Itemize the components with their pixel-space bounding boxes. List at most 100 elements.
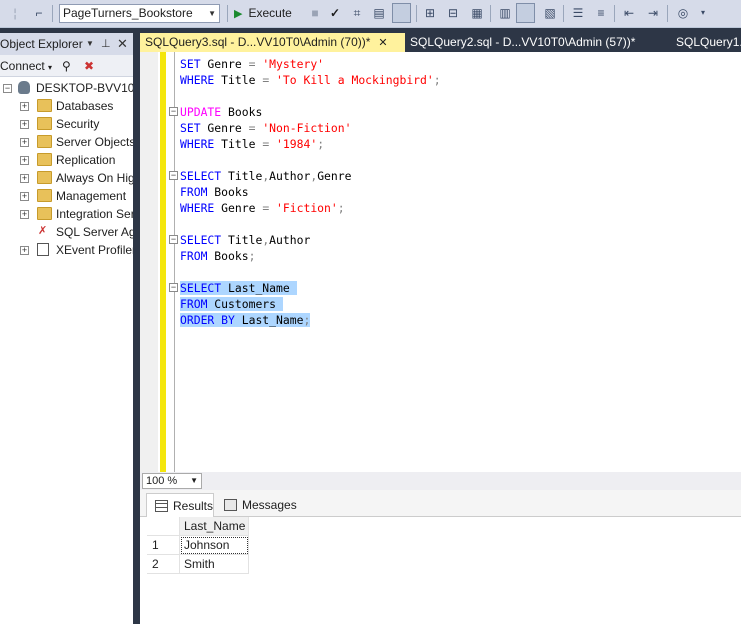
object-explorer-title: Object Explorer [0,37,83,51]
query-options-icon[interactable]: ▤ [370,4,388,22]
folder-icon [37,99,52,112]
semicolon: ; [337,201,345,215]
execute-button[interactable]: ▶ Execute [234,4,292,22]
connect-plug-icon[interactable]: ¦ [6,4,24,22]
specify-values-icon[interactable]: ◎ [674,4,692,22]
expand-icon[interactable]: + [20,210,29,219]
connect-button[interactable]: Connect ▾ [0,59,52,73]
toolbar-separator [52,5,53,22]
code-line-selected: ORDER BY Last_Name; [180,312,311,328]
expand-icon[interactable]: + [20,138,29,147]
parse-check-icon[interactable]: ✓ [326,4,344,22]
collapse-icon[interactable]: − [3,84,12,93]
toolbar-separator [563,5,564,22]
tree-node-security[interactable]: + Security [0,115,133,133]
overflow-chevron-icon[interactable]: ▾ [694,4,712,22]
collapse-region-icon[interactable]: − [169,283,178,292]
disconnect-icon[interactable]: ✖ [84,55,94,76]
collapse-region-icon[interactable]: − [169,107,178,116]
keyword: SET [180,121,201,135]
increase-indent-icon[interactable]: ⇥ [644,4,662,22]
tab-messages[interactable]: Messages [216,493,298,517]
decrease-indent-icon[interactable]: ⇤ [620,4,638,22]
close-icon[interactable]: ✕ [378,37,387,49]
keyword: SELECT [180,233,222,247]
agent-stopped-icon: ✗ [38,225,48,237]
tab-label: SQLQuery1.s [676,35,741,49]
code-line: SELECT Title,Author,Genre [180,168,351,184]
code-line: SET Genre = 'Mystery' [180,56,324,72]
grid-cell[interactable]: Smith [180,555,249,574]
execution-plan-icon[interactable]: ⌗ [348,4,366,22]
folder-icon [37,189,52,202]
stop-icon[interactable]: ■ [306,4,324,22]
execute-label: Execute [248,6,292,20]
expand-icon[interactable]: + [20,174,29,183]
identifier: Author [269,169,311,183]
database-select[interactable]: PageTurners_Bookstore ▼ [59,4,220,23]
string-literal: 'To Kill a Mockingbird' [276,73,434,87]
identifier: Books [207,249,249,263]
keyword: ORDER BY [180,313,235,327]
document-tabs: SQLQuery3.sql - D...VV10T0\Admin (70))* ✕… [140,33,741,52]
results-to-file-icon[interactable]: ▧ [541,4,559,22]
identifier: Genre [317,169,352,183]
tree-node-label: DESKTOP-BVV10T [36,81,133,95]
filter-plug-icon[interactable]: ⚲ [62,55,71,76]
tree-node-server-objects[interactable]: + Server Objects [0,133,133,151]
code-line: WHERE Genre = 'Fiction'; [180,200,345,216]
query-editor[interactable]: SET Genre = 'Mystery' WHERE Title = 'To … [140,52,741,472]
tree-node-replication[interactable]: + Replication [0,151,133,169]
expand-icon[interactable]: + [20,246,29,255]
identifier: Books [221,105,263,119]
grid-cell[interactable]: Johnson [180,536,249,555]
tree-node-server[interactable]: − DESKTOP-BVV10T [0,79,133,97]
tab-sqlquery3[interactable]: SQLQuery3.sql - D...VV10T0\Admin (70))* ✕ [140,33,405,52]
collapse-region-icon[interactable]: − [169,235,178,244]
tree-node-integration-services[interactable]: + Integration Ser [0,205,133,223]
include-plan-icon[interactable]: ⊞ [421,4,439,22]
tree-node-xevent-profiler[interactable]: + XEvent Profiler [0,241,133,259]
identifier: Last_Name [234,313,304,327]
tab-results[interactable]: Results [146,493,214,517]
code-line: FROM Books [180,184,249,200]
tree-node-databases[interactable]: + Databases [0,97,133,115]
expand-icon[interactable]: + [20,102,29,111]
tree-node-always-on[interactable]: + Always On Hig [0,169,133,187]
panel-splitter[interactable] [133,28,140,624]
server-icon [18,81,30,94]
tree-node-management[interactable]: + Management [0,187,133,205]
identifier: Title [221,169,263,183]
expand-icon[interactable]: + [20,120,29,129]
identifier: Author [269,233,311,247]
pin-icon[interactable]: ⊥ [101,33,111,55]
folder-icon [37,153,52,166]
expand-icon[interactable]: + [20,156,29,165]
live-stats-icon[interactable]: ⊟ [444,4,462,22]
filter-icon[interactable]: ⌐ [30,4,48,22]
results-to-text-icon[interactable]: ▥ [496,4,514,22]
row-number[interactable]: 1 [147,536,180,555]
tab-sqlquery1[interactable]: SQLQuery1.s [671,33,741,52]
chevron-down-icon: ▼ [190,476,198,485]
comment-icon[interactable]: ☰ [569,4,587,22]
tab-sqlquery2[interactable]: SQLQuery2.sql - D...VV10T0\Admin (57))* [405,33,665,52]
collapse-region-icon[interactable]: − [169,171,178,180]
window-position-icon[interactable]: ▼ [86,33,94,55]
results-to-grid-icon[interactable] [516,3,535,23]
close-icon[interactable]: ✕ [117,33,128,55]
column-header[interactable]: Last_Name [180,517,249,536]
code-line-selected: FROM Customers [180,296,283,312]
row-number[interactable]: 2 [147,555,180,574]
uncomment-icon[interactable]: ≡ [592,4,610,22]
expand-icon[interactable]: + [20,192,29,201]
tab-label: Messages [242,498,297,512]
semicolon: ; [248,249,256,263]
row-header-corner[interactable] [147,517,180,536]
intellisense-toggle-icon[interactable] [392,3,411,23]
tree-node-label: Server Objects [56,135,133,149]
zoom-select[interactable]: 100 % ▼ [142,473,202,489]
client-stats-icon[interactable]: ▦ [468,4,486,22]
tree-node-sql-server-agent[interactable]: ✗ SQL Server Age [0,223,133,241]
